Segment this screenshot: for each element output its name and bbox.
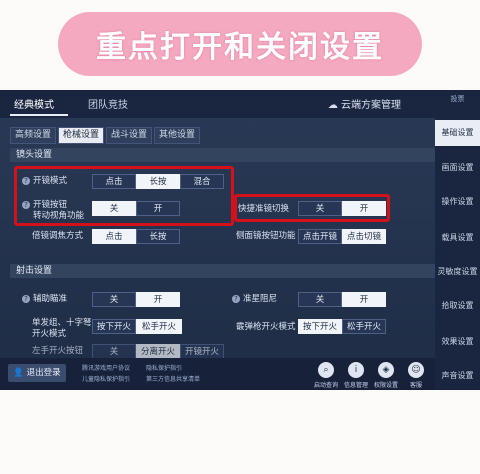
- title-banner: 重点打开和关闭设置: [58, 12, 422, 76]
- help-icon[interactable]: ?: [22, 295, 30, 303]
- sidebar-item-sensitivity[interactable]: 灵敏度设置: [435, 266, 480, 277]
- banner-text: 重点打开和关闭设置: [96, 30, 384, 65]
- subtab-other[interactable]: 其他设置: [154, 127, 201, 144]
- shotgun-mode-label: 霰弹枪开火模式: [236, 322, 296, 332]
- shotgun-release[interactable]: 松手开火: [342, 319, 386, 334]
- sidebar-item-controls[interactable]: 操作设置: [435, 196, 480, 207]
- icon-label-service: 客服: [409, 382, 422, 389]
- single-fire-text-1: 单发组、十字弩: [32, 318, 92, 328]
- highlight-box-open-settings: [14, 166, 234, 226]
- aim-assist-label: ? 辅助瞄准: [22, 294, 67, 305]
- subtab-combat[interactable]: 战斗设置: [106, 127, 153, 144]
- subtab-weapon[interactable]: 枪械设置: [58, 127, 105, 144]
- zoom-mode-hold[interactable]: 长按: [136, 229, 180, 244]
- single-fire-release[interactable]: 松手开火: [136, 319, 182, 334]
- subtab-high-frequency[interactable]: 高频设置: [10, 127, 57, 144]
- aim-assist-on[interactable]: 开: [136, 292, 180, 307]
- help-icon[interactable]: ?: [232, 295, 240, 303]
- zoom-mode-label: 倍镜调焦方式: [32, 231, 84, 241]
- tab-classic-mode[interactable]: 经典模式: [14, 96, 54, 111]
- side-scope-label: 侧面镜按钮功能: [236, 231, 296, 241]
- left-fire-scope[interactable]: 开镜开火: [180, 344, 224, 359]
- sidebar-item-graphics[interactable]: 画面设置: [435, 162, 480, 173]
- icon-label-query: 启动查询: [313, 382, 338, 389]
- aim-assist-off[interactable]: 关: [92, 292, 136, 307]
- sidebar-item-vehicle[interactable]: 载具设置: [435, 232, 480, 243]
- crosshair-damping-on[interactable]: 开: [342, 292, 386, 307]
- zoom-mode-tap[interactable]: 点击: [92, 229, 136, 244]
- sidebar-item-sound[interactable]: 声音设置: [435, 370, 480, 381]
- sidebar-item-effects[interactable]: 效果设置: [435, 336, 480, 347]
- link-third-party[interactable]: 第三方信息共享清单: [146, 374, 200, 383]
- link-child-privacy[interactable]: 儿童隐私保护指引: [82, 374, 130, 383]
- single-fire-text-2: 开火模式: [32, 329, 67, 339]
- sidebar-top-label[interactable]: 投票: [435, 94, 480, 104]
- icon-label-privacy: 权限设置: [373, 382, 398, 389]
- cloud-plan-button[interactable]: ☁ 云端方案管理: [328, 96, 401, 111]
- link-privacy[interactable]: 隐私保护指引: [146, 363, 182, 372]
- icon-label-info: 信息管理: [343, 382, 368, 389]
- link-user-agreement[interactable]: 腾讯游戏用户协议: [82, 363, 130, 372]
- crosshair-damping-label: ? 准星阻尼: [232, 294, 277, 305]
- cloud-plan-label: 云端方案管理: [341, 100, 401, 111]
- highlight-box-quick-switch: [234, 194, 390, 222]
- crosshair-damping-text: 准星阻尼: [243, 294, 278, 304]
- sidebar-item-basic[interactable]: 基础设置: [435, 120, 480, 146]
- single-fire-press[interactable]: 按下开火: [92, 319, 136, 334]
- cloud-icon: ☁: [327, 100, 338, 111]
- section-scope: 镜头设置: [10, 148, 435, 162]
- left-fire-label: 左手开火按钮: [32, 346, 84, 356]
- search-icon[interactable]: ⌕: [318, 362, 334, 378]
- active-tab-underline: [10, 114, 68, 116]
- left-fire-separate[interactable]: 分离开火: [136, 344, 180, 359]
- game-settings-panel: 经典模式 团队竞技 ☁ 云端方案管理 高频设置 枪械设置 战斗设置 其他设置 镜…: [0, 90, 480, 390]
- settings-sidebar: 投票 基础设置 画面设置 操作设置 载具设置 灵敏度设置 拾取设置 效果设置 声…: [435, 90, 480, 390]
- left-fire-off[interactable]: 关: [92, 344, 136, 359]
- top-tab-bar: 经典模式 团队竞技 ☁ 云端方案管理: [0, 90, 435, 118]
- bottom-bar: 👤 退出登录 腾讯游戏用户协议 隐私保护指引 儿童隐私保护指引 第三方信息共享清…: [0, 358, 435, 390]
- crosshair-damping-off[interactable]: 关: [298, 292, 342, 307]
- privacy-icon[interactable]: ◈: [378, 362, 394, 378]
- logout-button[interactable]: 👤 退出登录: [8, 364, 66, 382]
- side-scope-open[interactable]: 点击开镜: [298, 229, 342, 244]
- service-icon[interactable]: ☺: [408, 362, 424, 378]
- info-icon[interactable]: i: [348, 362, 364, 378]
- tab-team-deathmatch[interactable]: 团队竞技: [88, 96, 128, 111]
- single-fire-label: 单发组、十字弩 开火模式: [32, 318, 92, 340]
- side-scope-switch[interactable]: 点击切镜: [342, 229, 386, 244]
- section-shoot: 射击设置: [10, 264, 435, 278]
- user-icon: 👤: [13, 368, 24, 378]
- shotgun-press[interactable]: 按下开火: [298, 319, 342, 334]
- aim-assist-text: 辅助瞄准: [33, 294, 68, 304]
- logout-label: 退出登录: [26, 368, 61, 378]
- sidebar-item-pickup[interactable]: 拾取设置: [435, 300, 480, 311]
